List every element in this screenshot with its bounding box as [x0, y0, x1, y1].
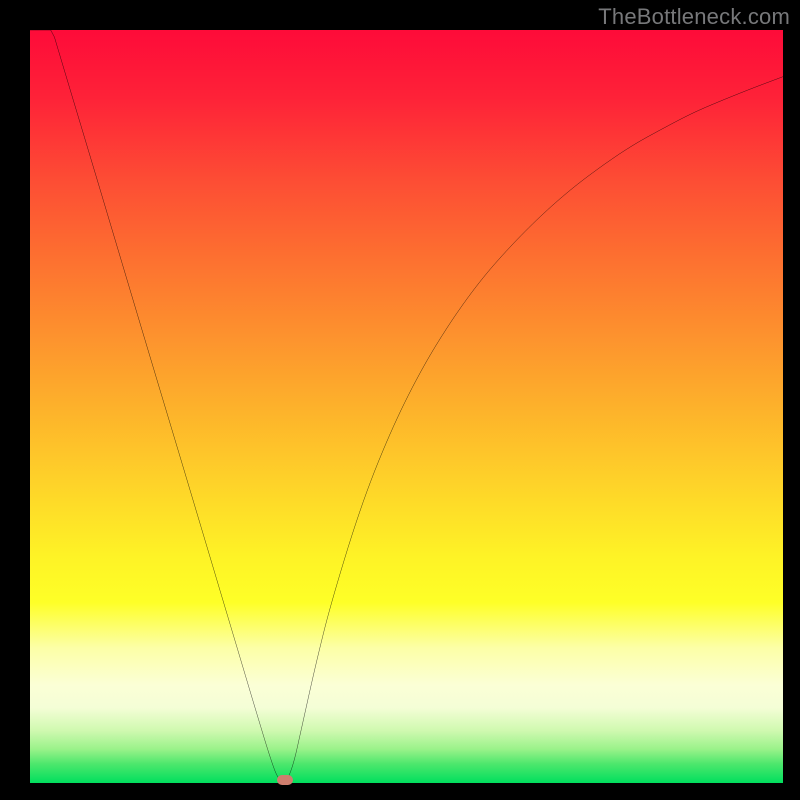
- chart-container: TheBottleneck.com: [0, 0, 800, 800]
- plot-area: [30, 30, 783, 783]
- optimal-point-marker: [277, 775, 293, 785]
- bottleneck-curve: [30, 30, 783, 783]
- watermark-label: TheBottleneck.com: [598, 4, 790, 30]
